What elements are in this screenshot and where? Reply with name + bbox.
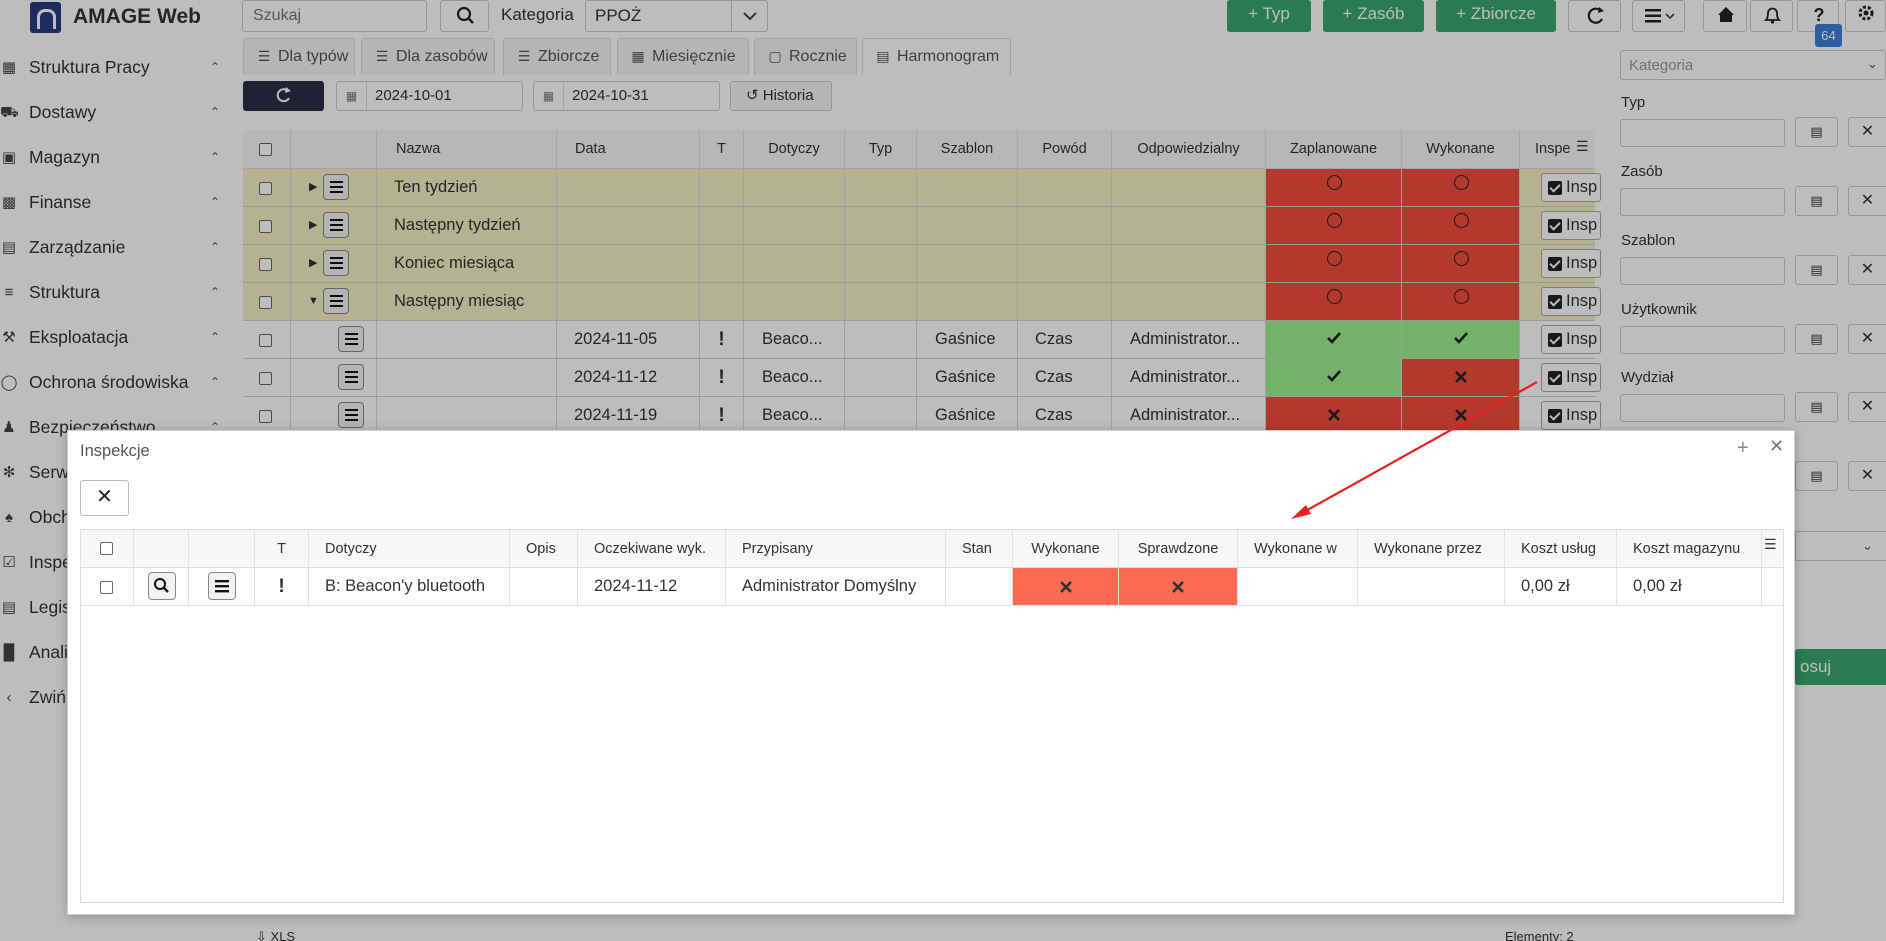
column-header-t[interactable]: T [255, 530, 309, 568]
times-icon [1172, 581, 1184, 593]
row-view-cell [134, 568, 189, 605]
select-all-checkbox[interactable] [100, 542, 113, 555]
column-header-oczekiwane[interactable]: Oczekiwane wyk. [578, 530, 726, 568]
cell-service-cost: 0,00 zł [1505, 568, 1617, 605]
cell-storage-cost: 0,00 zł [1617, 568, 1762, 605]
cell-done-in [1238, 568, 1358, 605]
column-header-stan[interactable]: Stan [946, 530, 1013, 568]
view-details-button[interactable] [148, 572, 176, 600]
bars-icon [215, 580, 229, 593]
select-all-cell[interactable] [81, 530, 134, 568]
checked-status-cell [1119, 568, 1238, 605]
column-menu-icon[interactable]: ☰ [1764, 536, 1780, 552]
close-icon: ✕ [1769, 436, 1785, 456]
done-status-cell [1013, 568, 1119, 605]
column-header-wykonane[interactable]: Wykonane [1013, 530, 1119, 568]
inspections-dialog: Inspekcje + ✕ ✕ T Dotyczy Opis Oczekiwan… [67, 430, 1795, 915]
cell-done-by [1358, 568, 1505, 605]
row-menu-cell [189, 568, 255, 605]
dialog-close-button[interactable]: ✕ [1769, 436, 1784, 457]
column-header-wykonane-w[interactable]: Wykonane w [1238, 530, 1358, 568]
times-icon: ✕ [96, 486, 113, 508]
column-header-wykonane-przez[interactable]: Wykonane przez [1358, 530, 1505, 568]
search-icon [154, 578, 169, 593]
times-icon [1060, 581, 1072, 593]
exclamation-icon: ! [255, 568, 309, 605]
row-menu-button[interactable] [208, 572, 236, 600]
cell-expected-date: 2024-11-12 [578, 568, 726, 605]
row-checkbox[interactable] [100, 581, 113, 594]
close-toolbar-button[interactable]: ✕ [80, 480, 129, 516]
plus-icon: + [1737, 437, 1749, 459]
column-header-view [134, 530, 189, 568]
column-header-opis[interactable]: Opis [510, 530, 578, 568]
dialog-title: Inspekcje [80, 442, 150, 460]
cell-concerns: B: Beacon'y bluetooth [309, 568, 510, 605]
column-header-menu [189, 530, 255, 568]
column-header-przypisany[interactable]: Przypisany [726, 530, 946, 568]
row-select-cell[interactable] [81, 568, 134, 605]
maximize-button[interactable]: + [1737, 437, 1749, 460]
column-header-koszt-uslug[interactable]: Koszt usług [1505, 530, 1617, 568]
inspections-grid-header: T Dotyczy Opis Oczekiwane wyk. Przypisan… [81, 530, 1783, 568]
inspections-grid: T Dotyczy Opis Oczekiwane wyk. Przypisan… [80, 529, 1784, 903]
table-row[interactable]: ! B: Beacon'y bluetooth 2024-11-12 Admin… [81, 568, 1783, 606]
cell-state [946, 568, 1013, 605]
column-header-dotyczy[interactable]: Dotyczy [309, 530, 510, 568]
column-header-koszt-magazynu[interactable]: Koszt magazynu [1617, 530, 1762, 568]
cell-assigned: Administrator Domyślny [726, 568, 946, 605]
cell-description [510, 568, 578, 605]
column-header-sprawdzone[interactable]: Sprawdzone [1119, 530, 1238, 568]
